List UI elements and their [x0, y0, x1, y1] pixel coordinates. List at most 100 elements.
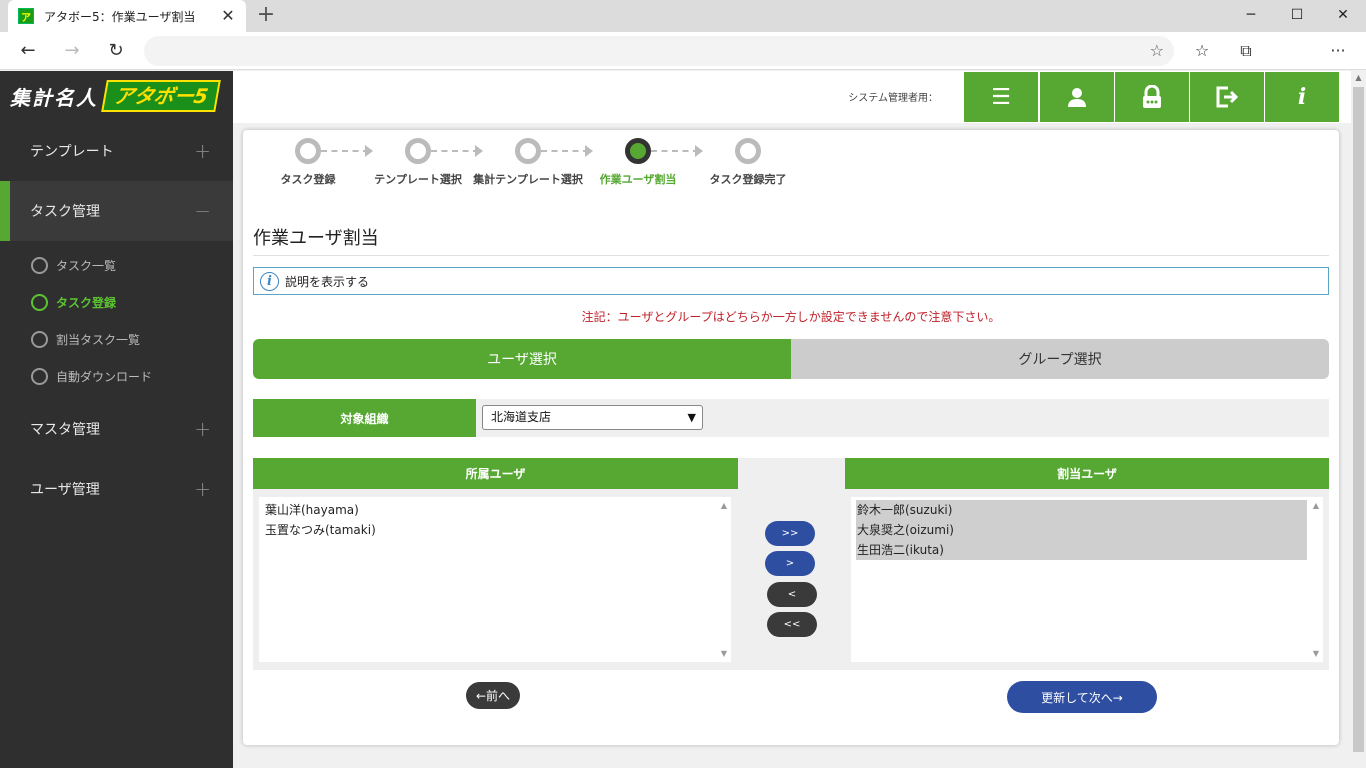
step-1: タスク登録 — [253, 138, 363, 187]
warning-note: 注記：ユーザとグループはどちらか一方しか設定できませんので注意下さい。 — [581, 310, 1001, 324]
lock-icon[interactable] — [1115, 72, 1189, 122]
list-item[interactable]: 鈴木一郎(suzuki) — [856, 500, 1307, 520]
circle-icon — [31, 294, 48, 311]
favicon-icon: ア — [18, 8, 34, 24]
logo-badge: アタボー5 — [101, 80, 221, 112]
move-all-right-button[interactable]: >> — [765, 521, 815, 546]
page-title: 作業ユーザ割当 — [253, 228, 379, 249]
menu-label: タスク管理 — [30, 204, 100, 220]
new-tab-icon[interactable]: + — [254, 4, 278, 28]
step-progress: タスク登録 テンプレート選択 集計テンプレート選択 作業ユーザ割当 タスク登録完… — [253, 138, 803, 188]
move-right-button[interactable]: > — [765, 551, 815, 576]
circle-icon — [31, 257, 48, 274]
step-label: 作業ユーザ割当 — [599, 173, 677, 186]
info-text: 説明を表示する — [285, 274, 370, 289]
step-label: タスク登録 — [280, 173, 336, 186]
divider — [253, 255, 1329, 256]
move-left-button[interactable]: < — [767, 582, 817, 607]
scroll-up-icon[interactable]: ▲ — [1351, 73, 1366, 82]
page-scrollbar[interactable]: ▲ — [1351, 71, 1366, 768]
circle-icon — [31, 368, 48, 385]
menu-user-management[interactable]: ユーザ管理 + — [0, 459, 233, 519]
submenu-label: タスク登録 — [56, 296, 117, 310]
browser-toolbar: ← → ↻ ☆ ☆ ⧉ ··· — [0, 32, 1366, 70]
forward-icon[interactable]: → — [58, 37, 86, 65]
add-favorite-icon[interactable]: ☆ — [1150, 41, 1164, 60]
org-select[interactable]: 北海道支店 ▼ — [482, 405, 703, 430]
menu-label: ユーザ管理 — [30, 482, 100, 498]
user-transfer: 所属ユーザ 割当ユーザ 葉山洋(hayama) 玉置なつみ(tamaki) ▲ … — [253, 458, 1329, 670]
collections-icon[interactable]: ⧉ — [1232, 37, 1260, 65]
submenu-label: 割当タスク一覧 — [56, 333, 141, 347]
close-tab-icon[interactable]: ✕ — [220, 8, 236, 24]
step-circle-icon — [735, 138, 761, 164]
prev-button[interactable]: ←前へ — [466, 682, 520, 709]
logo-text: 集計名人 — [10, 85, 98, 110]
submenu-label: タスク一覧 — [56, 259, 117, 273]
menu-label: テンプレート — [30, 144, 114, 160]
submenu-auto-download[interactable]: 自動ダウンロード — [0, 358, 233, 395]
step-5: タスク登録完了 — [693, 138, 803, 187]
list-icon[interactable]: ☰ — [964, 72, 1038, 122]
menu-template[interactable]: テンプレート + — [0, 121, 233, 181]
user-icon[interactable] — [1040, 72, 1114, 122]
user-icon-svg — [1068, 88, 1086, 107]
submenu-task-register[interactable]: タスク登録 — [0, 284, 233, 321]
tab-group-select[interactable]: グループ選択 — [791, 339, 1329, 379]
maximize-icon[interactable]: ☐ — [1274, 0, 1320, 30]
menu-task-management[interactable]: タスク管理 − — [0, 181, 233, 241]
plus-icon[interactable]: + — [194, 477, 211, 501]
org-row: 対象組織 北海道支店 ▼ — [253, 399, 1329, 437]
reload-icon[interactable]: ↻ — [102, 37, 130, 65]
move-all-left-button[interactable]: << — [767, 612, 817, 637]
sidebar: 集計名人 アタボー5 テンプレート + タスク管理 − タスク一覧 タスク登録 … — [0, 71, 233, 768]
menu-label: マスタ管理 — [30, 422, 100, 438]
browser-tab-bar: ア アタボー5：作業ユーザ割当 ✕ + ─ ☐ ✕ — [0, 0, 1366, 32]
assigned-user-list[interactable]: 鈴木一郎(suzuki) 大泉奨之(oizumi) 生田浩二(ikuta) ▲ … — [851, 497, 1323, 662]
step-circle-icon — [515, 138, 541, 164]
scroll-up-icon[interactable]: ▲ — [1313, 501, 1319, 510]
scroll-down-icon[interactable]: ▼ — [1313, 649, 1319, 658]
logout-icon[interactable] — [1190, 72, 1264, 122]
org-label: 対象組織 — [253, 399, 476, 437]
lock-icon-svg — [1143, 85, 1161, 108]
step-circle-icon — [295, 138, 321, 164]
logout-icon-svg — [1216, 86, 1239, 108]
circle-icon — [31, 331, 48, 348]
top-header: システム管理者用： ☰ i — [233, 71, 1351, 123]
scrollbar-thumb[interactable] — [1353, 87, 1364, 752]
list-item[interactable]: 葉山洋(hayama) — [264, 500, 715, 520]
logo[interactable]: 集計名人 アタボー5 — [0, 71, 233, 121]
submenu-task-list[interactable]: タスク一覧 — [0, 247, 233, 284]
update-next-button[interactable]: 更新して次へ→ — [1007, 681, 1157, 713]
plus-icon[interactable]: + — [194, 417, 211, 441]
list-item[interactable]: 生田浩二(ikuta) — [856, 540, 1307, 560]
org-selected-value: 北海道支店 — [491, 410, 552, 424]
info-circle-icon: i — [260, 271, 279, 291]
list-item[interactable]: 玉置なつみ(tamaki) — [264, 520, 715, 540]
plus-icon[interactable]: + — [194, 139, 211, 163]
scroll-down-icon[interactable]: ▼ — [721, 649, 727, 658]
submenu-assigned-tasks[interactable]: 割当タスク一覧 — [0, 321, 233, 358]
more-icon[interactable]: ··· — [1324, 37, 1352, 65]
info-toggle[interactable]: i 説明を表示する — [253, 267, 1329, 295]
minus-icon[interactable]: − — [194, 199, 211, 223]
info-icon[interactable]: i — [1265, 72, 1339, 122]
tab-user-select[interactable]: ユーザ選択 — [253, 339, 791, 379]
member-user-list[interactable]: 葉山洋(hayama) 玉置なつみ(tamaki) ▲ ▼ — [259, 497, 731, 662]
scroll-up-icon[interactable]: ▲ — [721, 501, 727, 510]
task-submenu: タスク一覧 タスク登録 割当タスク一覧 自動ダウンロード — [0, 241, 233, 399]
menu-master-management[interactable]: マスタ管理 + — [0, 399, 233, 459]
list-item[interactable]: 大泉奨之(oizumi) — [856, 520, 1307, 540]
browser-tab[interactable]: ア アタボー5：作業ユーザ割当 ✕ — [8, 0, 246, 32]
tab-title: アタボー5：作業ユーザ割当 — [44, 9, 196, 24]
favorites-icon[interactable]: ☆ — [1188, 37, 1216, 65]
step-label: テンプレート選択 — [374, 173, 462, 186]
back-icon[interactable]: ← — [14, 37, 42, 65]
minimize-icon[interactable]: ─ — [1228, 0, 1274, 30]
window-close-icon[interactable]: ✕ — [1320, 0, 1366, 30]
address-input[interactable]: ☆ — [144, 36, 1174, 66]
right-list-header: 割当ユーザ — [845, 458, 1329, 489]
step-circle-icon — [625, 138, 651, 164]
left-list-header: 所属ユーザ — [253, 458, 738, 489]
